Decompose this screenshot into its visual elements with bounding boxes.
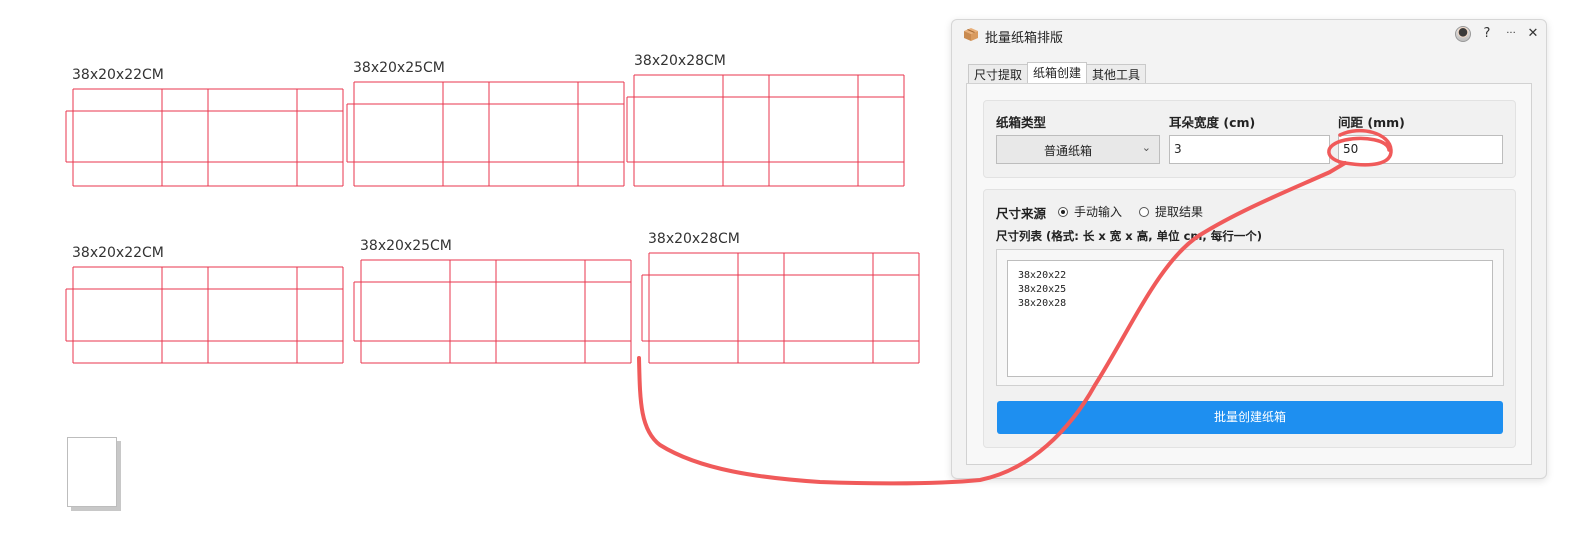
ear-width-input[interactable]: 3 xyxy=(1169,135,1330,164)
size-source-label: 尺寸来源 xyxy=(996,206,1047,221)
batch-box-panel: 批量纸箱排版 ? ··· ✕ 尺寸提取 纸箱创建 其他工具 纸箱类型 耳朵宽度 … xyxy=(951,19,1547,479)
size-list-label: 尺寸列表 (格式: 长 x 宽 x 高, 单位 cm, 每行一个) xyxy=(996,229,1263,243)
chevron-down-icon: ⌄ xyxy=(1141,141,1151,154)
page-thumbnail[interactable] xyxy=(67,437,117,507)
tab-size-extract[interactable]: 尺寸提取 xyxy=(968,64,1029,85)
radio-manual-input[interactable]: 手动输入 xyxy=(1058,203,1122,220)
radio-checked-icon xyxy=(1058,206,1068,217)
radio-extract-result[interactable]: 提取结果 xyxy=(1139,203,1203,220)
spacing-label: 间距 (mm) xyxy=(1338,115,1405,130)
ear-width-label: 耳朵宽度 (cm) xyxy=(1169,115,1256,130)
size-list-line: 38x20x28 xyxy=(1018,298,1067,309)
radio-manual-label: 手动输入 xyxy=(1074,205,1123,219)
size-list-textarea[interactable]: 38x20x22 38x20x25 38x20x28 xyxy=(1007,260,1493,377)
document-canvas[interactable]: 38x20x22CM 38x20x25CM 38x20x28CM 38x20x2… xyxy=(0,0,960,549)
panel-title: 批量纸箱排版 xyxy=(985,31,1064,46)
tab-box-create[interactable]: 纸箱创建 xyxy=(1027,62,1088,85)
box-type-value: 普通纸箱 xyxy=(1043,144,1092,158)
radio-unchecked-icon xyxy=(1139,206,1149,217)
tab-other-tools[interactable]: 其他工具 xyxy=(1086,64,1147,85)
size-list-line: 38x20x25 xyxy=(1018,284,1067,295)
help-button[interactable]: ? xyxy=(1478,26,1496,41)
panel-titlebar[interactable]: 批量纸箱排版 ? ··· ✕ xyxy=(952,20,1546,52)
radio-extract-label: 提取结果 xyxy=(1155,205,1204,219)
box-type-label: 纸箱类型 xyxy=(996,115,1047,130)
more-options-button[interactable]: ··· xyxy=(1502,28,1520,39)
size-list-line: 38x20x22 xyxy=(1018,270,1067,281)
batch-create-button[interactable]: 批量创建纸箱 xyxy=(997,401,1503,434)
user-avatar[interactable] xyxy=(1455,26,1471,42)
size-list-frame: 38x20x22 38x20x25 38x20x28 xyxy=(996,249,1504,386)
dieline-layer xyxy=(65,74,920,364)
box-icon xyxy=(964,28,978,41)
tab-bar: 尺寸提取 纸箱创建 其他工具 xyxy=(968,62,1147,85)
close-button[interactable]: ✕ xyxy=(1524,26,1542,41)
box-type-select[interactable]: 普通纸箱 ⌄ xyxy=(996,135,1160,164)
spacing-input[interactable]: 50 xyxy=(1338,135,1503,164)
